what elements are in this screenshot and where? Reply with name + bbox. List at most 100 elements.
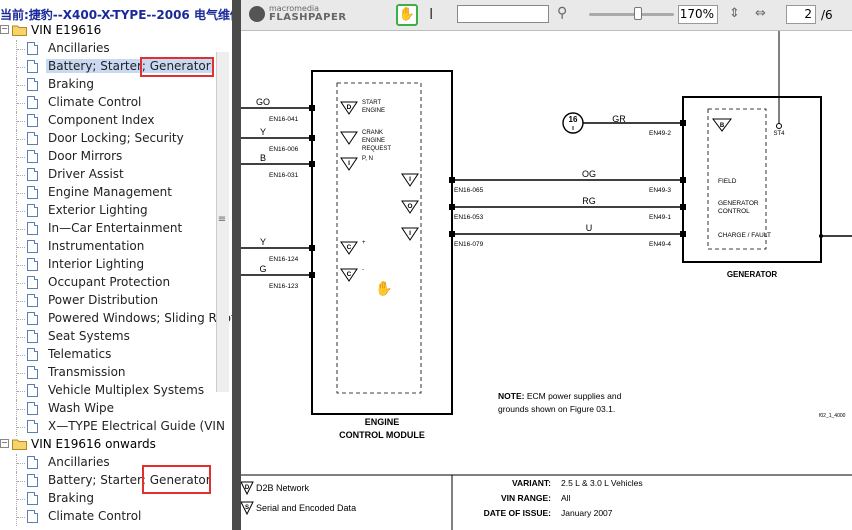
- collapse-toggle-icon[interactable]: −: [0, 25, 9, 34]
- tree-item[interactable]: Braking: [0, 76, 216, 94]
- document-icon: [27, 402, 38, 415]
- zoom-field[interactable]: 170%: [678, 5, 718, 24]
- document-icon: [27, 366, 38, 379]
- tree-item[interactable]: Power Distribution: [0, 292, 216, 310]
- document-icon: [27, 492, 38, 505]
- ecm-wire-color: Y: [260, 127, 266, 137]
- document-icon: [27, 168, 38, 181]
- legend-label: Serial and Encoded Data: [256, 503, 356, 513]
- document-icon: [27, 42, 38, 55]
- fit-page-icon[interactable]: ⇕: [729, 6, 740, 21]
- ecm-pin-desc: +: [362, 240, 366, 246]
- search-icon[interactable]: ⚲: [557, 5, 567, 21]
- tree-item-label: Braking: [48, 77, 95, 91]
- tree-item[interactable]: Seat Systems: [0, 328, 216, 346]
- tree-item-label: X—TYPE Electrical Guide (VIN: [48, 419, 225, 433]
- ecm-pin-desc: CRANK: [362, 130, 383, 136]
- tree-item[interactable]: Occupant Protection: [0, 274, 216, 292]
- page-number-field[interactable]: 2: [786, 5, 816, 24]
- info-value: January 2007: [561, 508, 613, 518]
- document-icon: [27, 456, 38, 469]
- tree-item[interactable]: Component Index: [0, 112, 216, 130]
- legend-symbol: D: [245, 485, 250, 491]
- tree-item[interactable]: Interior Lighting: [0, 256, 216, 274]
- ecm-output-pin: EN16-079: [454, 241, 484, 248]
- fuse-number: 16: [569, 115, 578, 124]
- ecm-symbol: D: [347, 104, 352, 111]
- tree-item-label: Vehicle Multiplex Systems: [48, 383, 205, 397]
- tree-item[interactable]: Climate Control: [0, 508, 216, 526]
- tree-item[interactable]: Instrumentation: [0, 238, 216, 256]
- tree-item-label: In—Car Entertainment: [48, 221, 183, 235]
- ecm-wire-color: G: [259, 264, 266, 274]
- gen-label: GENERATOR: [718, 200, 759, 207]
- ecm-pin-desc: ENGINE: [362, 138, 385, 144]
- tree-item-label: Door Locking; Security: [48, 131, 184, 145]
- tree-item[interactable]: Engine Management: [0, 184, 216, 202]
- ecm-pin-label: EN16-041: [269, 116, 299, 123]
- page-total: /6: [821, 8, 833, 22]
- tree-item[interactable]: Driver Assist: [0, 166, 216, 184]
- ecm-pin-desc: REQUEST: [362, 146, 391, 152]
- zoom-slider-track[interactable]: [589, 13, 674, 16]
- tree-item[interactable]: X—TYPE Electrical Guide (VIN: [0, 418, 225, 436]
- document-icon: [27, 258, 38, 271]
- cursor-hand-icon: ✋: [375, 280, 392, 297]
- tree-item-label: Occupant Protection: [48, 275, 171, 289]
- document-icon: [27, 60, 38, 73]
- fit-width-icon[interactable]: ⇔: [755, 6, 766, 21]
- tree-item-label: Powered Windows; Sliding Roof: [48, 311, 232, 325]
- tree-item[interactable]: Door Mirrors: [0, 148, 216, 166]
- legend-symbol: S: [245, 505, 249, 511]
- highlight-box: [140, 57, 214, 77]
- tree-item[interactable]: Ancillaries: [0, 40, 216, 58]
- ecm-output-pin: EN16-053: [454, 214, 484, 221]
- text-select-button[interactable]: I: [429, 5, 433, 23]
- ecm-pin-label: EN16-123: [269, 283, 299, 290]
- tree-item[interactable]: In—Car Entertainment: [0, 220, 216, 238]
- collapse-toggle-icon[interactable]: −: [0, 439, 9, 448]
- fuse-gen-pin: EN49-2: [649, 130, 671, 137]
- tree-item[interactable]: Telematics: [0, 346, 216, 364]
- tree-item-label: Instrumentation: [48, 239, 145, 253]
- document-icon: [27, 330, 38, 343]
- tree-item-label: Telematics: [48, 347, 112, 361]
- scroll-grip-icon[interactable]: ≡: [216, 214, 228, 225]
- tree-item[interactable]: Transmission: [0, 364, 216, 382]
- document-tree: 当前:捷豹--X400-X-TYPE--2006 电气维修 − VIN E1961…: [0, 0, 232, 530]
- tree-item[interactable]: Exterior Lighting: [0, 202, 216, 220]
- panel-splitter[interactable]: [232, 0, 241, 530]
- hand-icon: ✋: [398, 7, 416, 22]
- tree-item-label: Engine Management: [48, 185, 172, 199]
- tree-folder-label: VIN E19616 onwards: [31, 437, 156, 451]
- zoom-slider-thumb[interactable]: [634, 7, 642, 20]
- tree-item-label: Ancillaries: [48, 41, 110, 55]
- tree-item-label: Braking: [48, 491, 95, 505]
- macromedia-logo-icon: [249, 6, 265, 22]
- tree-item[interactable]: Wash Wipe: [0, 400, 216, 418]
- note-line-1: NOTE: ECM power supplies and: [498, 391, 622, 401]
- document-icon: [27, 204, 38, 217]
- search-input[interactable]: [457, 5, 549, 23]
- gen-label: FIELD: [718, 178, 737, 185]
- info-key: DATE OF ISSUE:: [484, 508, 552, 518]
- ecm-pin-label: EN16-124: [269, 256, 299, 263]
- gen-sym-b: B: [720, 123, 725, 129]
- note-line-2: grounds shown on Figure 03.1.: [498, 404, 615, 414]
- info-key: VARIANT:: [512, 478, 551, 488]
- tree-item[interactable]: Braking: [0, 490, 216, 508]
- document-page[interactable]: ENGINE CONTROL MODULE GO EN16-041 D START EN…: [241, 31, 852, 530]
- document-icon: [27, 348, 38, 361]
- hand-tool-button[interactable]: ✋: [396, 4, 418, 26]
- tree-item[interactable]: Vehicle Multiplex Systems: [0, 382, 216, 400]
- viewer-toolbar: macromedia FLASHPAPER ✋ I ⚲ 170% ⇕ ⇔ 2 /…: [241, 0, 852, 31]
- ecm-output-symbol: I: [409, 176, 411, 183]
- document-icon: [27, 240, 38, 253]
- tree-item[interactable]: Door Locking; Security: [0, 130, 216, 148]
- document-icon: [27, 294, 38, 307]
- ecm-symbol: C: [347, 244, 352, 251]
- document-icon: [27, 312, 38, 325]
- ecm-output-symbol: I: [409, 230, 411, 237]
- tree-item[interactable]: Climate Control: [0, 94, 216, 112]
- tree-item[interactable]: Powered Windows; Sliding Roof: [0, 310, 232, 328]
